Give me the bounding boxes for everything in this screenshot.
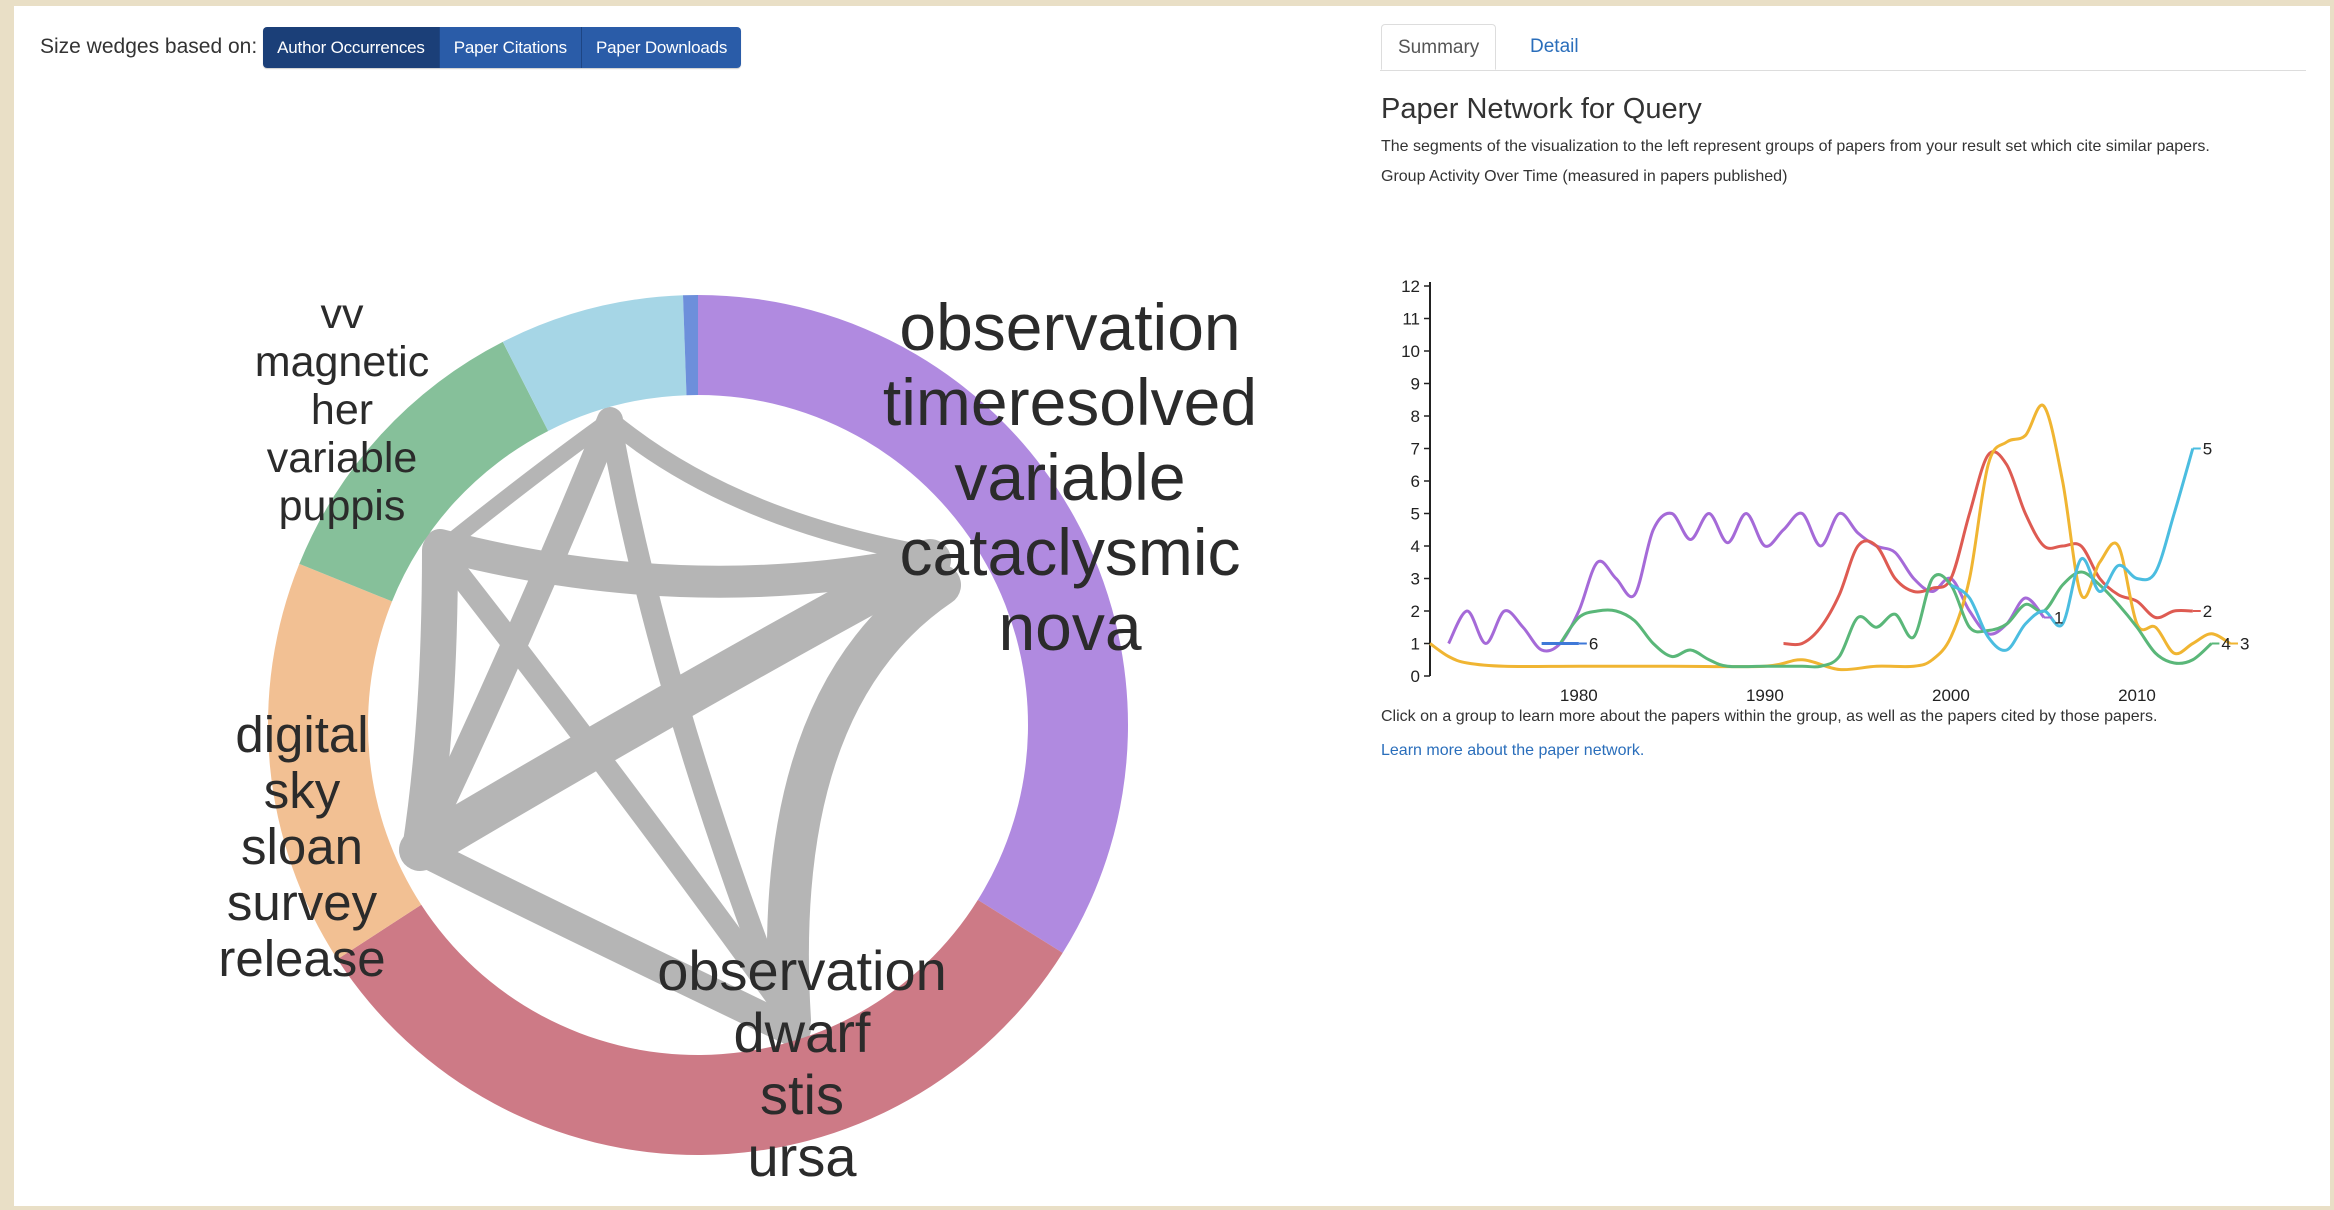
series-line-2[interactable] (1783, 450, 2193, 647)
series-end-label-2: 2 (2203, 602, 2212, 621)
series-end-label-1: 1 (2054, 609, 2063, 628)
y-tick-label: 5 (1411, 505, 1420, 524)
y-tick-label: 6 (1411, 472, 1420, 491)
paper-network-wheel: observation timeresolved variable cataclysm… (218, 290, 1257, 1188)
wedge-label-line: observation (899, 290, 1240, 364)
summary-panel: Summary Detail Paper Network for Query T… (1380, 24, 2306, 759)
wedge-label-line: variable (267, 434, 418, 482)
wedge-label-line: vv (321, 290, 365, 338)
wedge-label-line: observation (657, 939, 947, 1002)
y-tick-label: 2 (1411, 602, 1420, 621)
series-end-label-6: 6 (1589, 635, 1598, 654)
y-tick-label: 0 (1411, 667, 1420, 686)
wedge-label-line: her (311, 386, 373, 434)
wedge-label-line: sky (264, 762, 341, 819)
series-end-label-3: 3 (2240, 635, 2249, 654)
y-tick-label: 7 (1411, 440, 1420, 459)
chart-end-labels: 1 2 34 5 6 (1578, 440, 2249, 654)
panel-title: Paper Network for Query (1381, 93, 1702, 125)
series-end-label-5: 5 (2203, 440, 2212, 459)
link-green-orange[interactable] (402, 532, 458, 868)
learn-more-link[interactable]: Learn more about the paper network. (1381, 742, 1644, 760)
wedge-label-line: release (218, 930, 385, 987)
series-end-label-4: 4 (2221, 635, 2230, 654)
wedge-label-line: dwarf (734, 1001, 871, 1064)
y-tick-label: 4 (1411, 537, 1420, 556)
wedge-label-line: variable (954, 440, 1185, 514)
chart-title: Group Activity Over Time (measured in pa… (1381, 168, 1788, 185)
wedge-label-orange: digital sky sloan survey release (218, 706, 385, 987)
wedge-label-line: digital (235, 706, 368, 763)
y-tick-label: 8 (1411, 407, 1420, 426)
wedge-label-line: ursa (748, 1125, 858, 1188)
link-purple-green[interactable] (424, 529, 946, 598)
y-tick-label: 10 (1401, 342, 1420, 361)
wedge-label-line: survey (227, 874, 378, 931)
wedge-label-line: sloan (241, 818, 363, 875)
series-line-3[interactable] (1429, 403, 2231, 672)
y-tick-label: 12 (1401, 277, 1420, 296)
x-tick-label: 2000 (1932, 686, 1970, 704)
wedge-label-green: vv magnetic her variable puppis (255, 290, 429, 530)
wedge-label-line: magnetic (255, 338, 429, 386)
panel-tabs: Summary Detail (1380, 24, 2306, 71)
group-activity-chart: 01234567891011121980 1990 2000 2010 1 23456 (1401, 277, 2249, 704)
x-tick-label: 2010 (2118, 686, 2156, 704)
wedge-label-line: cataclysmic (899, 515, 1240, 589)
chart-axes: 01234567891011121980 1990 2000 2010 (1401, 277, 2156, 704)
click-info-text: Click on a group to learn more about the… (1381, 708, 2158, 725)
y-tick-label: 9 (1411, 375, 1420, 394)
wedge-label-line: timeresolved (883, 365, 1257, 439)
x-tick-label: 1980 (1560, 686, 1598, 704)
y-tick-label: 3 (1411, 570, 1420, 589)
wedge-label-line: stis (760, 1063, 844, 1126)
wedge-label-line: nova (998, 590, 1141, 664)
y-tick-label: 1 (1411, 635, 1420, 654)
y-tick-label: 11 (1402, 310, 1420, 329)
panel-description: The segments of the visualization to the… (1381, 138, 2210, 155)
wedge-label-line: puppis (279, 482, 406, 530)
tab-detail[interactable]: Detail (1514, 24, 1595, 70)
tab-summary[interactable]: Summary (1381, 24, 1497, 70)
x-tick-label: 1990 (1746, 686, 1784, 704)
series-line-4[interactable] (1558, 570, 2213, 669)
chart-lines (1429, 403, 2231, 672)
